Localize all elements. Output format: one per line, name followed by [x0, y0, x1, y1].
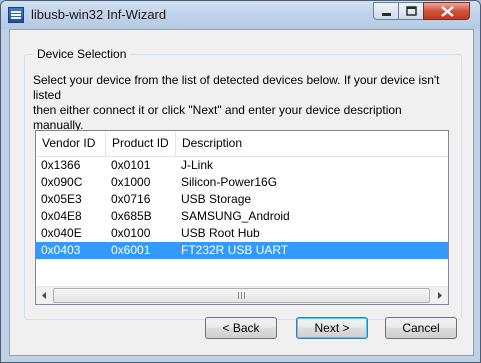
- table-row[interactable]: 0x090C 0x1000 Silicon-Power16G: [36, 174, 448, 191]
- product-id-cell: 0x1000: [111, 175, 151, 189]
- app-icon: [8, 7, 24, 23]
- table-row[interactable]: 0x04E8 0x685B SAMSUNG_Android: [36, 208, 448, 225]
- scrollbar-thumb[interactable]: [53, 288, 430, 303]
- maximize-icon: [406, 6, 417, 16]
- description-cell: USB Root Hub: [181, 226, 260, 240]
- table-row-selected[interactable]: 0x0403 0x6001 FT232R USB UART: [36, 242, 448, 259]
- device-list[interactable]: Vendor ID Product ID Description 0x1366 …: [35, 130, 449, 305]
- horizontal-scrollbar[interactable]: [36, 286, 448, 304]
- maximize-button[interactable]: [398, 2, 424, 20]
- scroll-right-button[interactable]: [431, 287, 448, 304]
- close-icon: [441, 6, 454, 17]
- title-bar[interactable]: libusb-win32 Inf-Wizard: [1, 1, 480, 29]
- list-body: 0x1366 0x0101 J-Link 0x090C 0x1000 Silic…: [36, 157, 448, 259]
- product-id-cell: 0x685B: [111, 209, 152, 223]
- vendor-id-cell: 0x090C: [41, 175, 83, 189]
- dialog-client-area: Device Selection Select your device from…: [9, 29, 474, 356]
- close-button[interactable]: [423, 2, 470, 20]
- vendor-id-cell: 0x0403: [41, 243, 81, 257]
- device-selection-group: Device Selection Select your device from…: [24, 47, 462, 320]
- wizard-window: libusb-win32 Inf-Wizard Device Selection…: [0, 0, 481, 363]
- description-cell: J-Link: [181, 158, 214, 172]
- window-title: libusb-win32 Inf-Wizard: [31, 7, 167, 22]
- minimize-icon: [382, 13, 391, 16]
- vendor-id-cell: 0x05E3: [41, 192, 82, 206]
- product-id-cell: 0x0101: [111, 158, 151, 172]
- description-cell: USB Storage: [181, 192, 252, 206]
- list-header: Vendor ID Product ID Description: [36, 131, 448, 157]
- vendor-id-cell: 0x1366: [41, 158, 81, 172]
- cancel-button[interactable]: Cancel: [385, 317, 457, 339]
- product-id-cell: 0x0100: [111, 226, 151, 240]
- description-cell: FT232R USB UART: [181, 243, 289, 257]
- next-button[interactable]: Next >: [296, 317, 368, 339]
- product-id-cell: 0x0716: [111, 192, 151, 206]
- column-description[interactable]: Description: [176, 131, 448, 156]
- table-row[interactable]: 0x05E3 0x0716 USB Storage: [36, 191, 448, 208]
- description-cell: SAMSUNG_Android: [181, 209, 290, 223]
- scroll-left-button[interactable]: [36, 287, 53, 304]
- vendor-id-cell: 0x040E: [41, 226, 82, 240]
- intro-text: Select your device from the list of dete…: [33, 73, 440, 132]
- arrow-left-icon: [42, 292, 46, 299]
- table-row[interactable]: 0x1366 0x0101 J-Link: [36, 157, 448, 174]
- minimize-button[interactable]: [373, 2, 399, 20]
- table-row[interactable]: 0x040E 0x0100 USB Root Hub: [36, 225, 448, 242]
- column-vendor-id[interactable]: Vendor ID: [36, 131, 106, 156]
- vendor-id-cell: 0x04E8: [41, 209, 82, 223]
- group-title: Device Selection: [33, 47, 131, 61]
- column-product-id[interactable]: Product ID: [106, 131, 176, 156]
- product-id-cell: 0x6001: [111, 243, 151, 257]
- description-cell: Silicon-Power16G: [181, 175, 278, 189]
- arrow-right-icon: [438, 292, 442, 299]
- back-button[interactable]: < Back: [205, 317, 277, 339]
- grip-icon: [238, 292, 245, 299]
